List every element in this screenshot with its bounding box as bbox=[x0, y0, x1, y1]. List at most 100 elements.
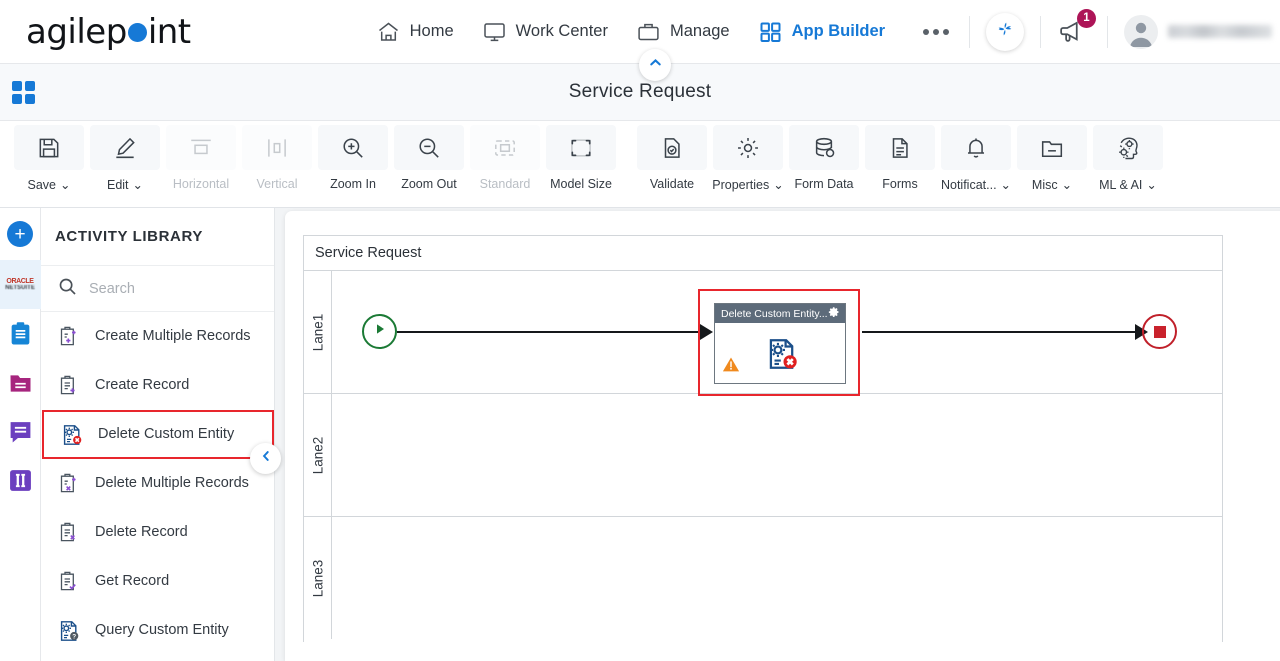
activity-label: Delete Record bbox=[95, 523, 188, 540]
user-profile[interactable] bbox=[1124, 14, 1272, 49]
folder-icon bbox=[1017, 125, 1087, 170]
rail-item-message[interactable] bbox=[0, 407, 41, 456]
rail-item-oracle-netsuite[interactable]: ORACLE NETSUITE bbox=[0, 260, 41, 309]
toolbar-label-zoom-out: Zoom Out bbox=[401, 177, 457, 191]
toolbar-button-validate[interactable]: Validate bbox=[635, 125, 709, 191]
monitor-icon bbox=[482, 20, 507, 44]
search-icon bbox=[57, 276, 78, 302]
toolbar-button-vertical[interactable]: Vertical bbox=[240, 125, 314, 191]
activity-library-panel: ACTIVITY LIBRARY Create M bbox=[41, 208, 275, 661]
activity-item-get-record[interactable]: Get Record bbox=[41, 557, 274, 606]
toolbar-button-misc[interactable]: Misc ⌄ bbox=[1015, 125, 1089, 192]
toolbar-button-form-data[interactable]: Form Data bbox=[787, 125, 861, 191]
end-event[interactable] bbox=[1142, 314, 1177, 349]
lane-2-body[interactable] bbox=[332, 394, 1222, 516]
toolbar-label-zoom-in: Zoom In bbox=[330, 177, 376, 191]
toolbar-label-vertical: Vertical bbox=[256, 177, 298, 191]
lane-1-header[interactable]: Lane1 bbox=[304, 271, 332, 393]
announcements-button[interactable]: 1 bbox=[1057, 8, 1096, 50]
lane-3-header[interactable]: Lane3 bbox=[304, 517, 332, 639]
activity-label: Get Record bbox=[95, 572, 170, 589]
rail-item-folder[interactable] bbox=[0, 358, 41, 407]
activity-item-create-record[interactable]: Create Record bbox=[41, 361, 274, 410]
activity-label: Delete Multiple Records bbox=[95, 474, 249, 491]
activity-item-query-custom-entity[interactable]: ? Query Custom Entity bbox=[41, 606, 274, 655]
search-input[interactable] bbox=[89, 280, 239, 297]
search-row[interactable] bbox=[41, 266, 274, 312]
columns-icon bbox=[8, 468, 33, 493]
standard-icon bbox=[470, 125, 540, 170]
toolbar-button-zoom-out[interactable]: Zoom Out bbox=[392, 125, 466, 191]
toolbar-button-properties[interactable]: Properties ⌄ bbox=[711, 125, 785, 192]
zoom-in-icon bbox=[318, 125, 388, 170]
nav-label-work-center: Work Center bbox=[515, 22, 608, 40]
dot-3 bbox=[943, 28, 950, 35]
pool-title: Service Request bbox=[304, 236, 1222, 271]
delete-custom-entity-icon bbox=[58, 421, 86, 449]
activity-item-delete-multiple-records[interactable]: Delete Multiple Records bbox=[41, 459, 274, 508]
chevron-left-icon bbox=[259, 449, 273, 468]
rail-item-columns[interactable] bbox=[0, 456, 41, 505]
page-title: Service Request bbox=[568, 81, 712, 102]
divider-2 bbox=[1040, 15, 1041, 48]
warning-triangle-icon bbox=[722, 356, 740, 378]
nav-overflow-menu[interactable] bbox=[923, 28, 950, 35]
activity-node-delete-custom-entity[interactable]: Delete Custom Entity... bbox=[714, 303, 846, 384]
rail-item-clipboard[interactable] bbox=[0, 309, 41, 358]
toolbar-button-notifications[interactable]: Notificat... ⌄ bbox=[939, 125, 1013, 192]
delete-custom-entity-icon bbox=[761, 333, 803, 380]
toolbar-button-ml-ai[interactable]: ML & AI ⌄ bbox=[1091, 125, 1165, 192]
folder-icon bbox=[8, 370, 33, 395]
logo-dot bbox=[127, 22, 147, 42]
lane-1-body[interactable]: Delete Custom Entity... bbox=[332, 271, 1222, 396]
nav-item-app-builder[interactable]: App Builder bbox=[758, 20, 885, 44]
clipboard-icon bbox=[8, 321, 33, 346]
toolbar-label-ml-ai: ML & AI bbox=[1099, 177, 1143, 192]
collapse-header-button[interactable] bbox=[639, 49, 671, 81]
toolbar-button-save[interactable]: Save ⌄ bbox=[12, 125, 86, 192]
nav-item-manage[interactable]: Manage bbox=[636, 20, 730, 44]
toolbar-button-model-size[interactable]: Model Size bbox=[544, 125, 618, 191]
speech-bubble-icon bbox=[8, 419, 33, 444]
svg-text:?: ? bbox=[72, 633, 76, 640]
chevron-down-icon: ⌄ bbox=[132, 178, 144, 192]
activity-list: Create Multiple Records Create Record De… bbox=[41, 312, 274, 661]
pencil-icon bbox=[90, 125, 160, 170]
delete-multiple-records-icon bbox=[55, 470, 83, 498]
megaphone-icon bbox=[1057, 20, 1087, 50]
toolbar-button-zoom-in[interactable]: Zoom In bbox=[316, 125, 390, 191]
lane-3-body[interactable] bbox=[332, 517, 1222, 639]
toolbar-label-form-data: Form Data bbox=[794, 177, 854, 191]
collapse-library-button[interactable] bbox=[250, 443, 281, 474]
vertical-icon bbox=[242, 125, 312, 170]
lane-2-header[interactable]: Lane2 bbox=[304, 394, 332, 516]
toolbar-button-forms[interactable]: Forms bbox=[863, 125, 937, 191]
agilepoint-logo[interactable]: agilep int bbox=[26, 12, 191, 52]
nav-item-work-center[interactable]: Work Center bbox=[482, 20, 608, 44]
toolbar-button-horizontal[interactable]: Horizontal bbox=[164, 125, 238, 191]
document-icon bbox=[865, 125, 935, 170]
app-root: agilep int Home Work Center Manage App B… bbox=[0, 0, 1280, 661]
pinwheel-icon bbox=[994, 18, 1016, 45]
toolbar-label-horizontal: Horizontal bbox=[172, 177, 230, 191]
canvas-surface: Service Request Lane1 Delete Custom Enti… bbox=[285, 211, 1280, 661]
query-custom-entity-icon: ? bbox=[55, 617, 83, 645]
start-event[interactable] bbox=[362, 314, 397, 349]
chevron-down-icon: ⌄ bbox=[1061, 178, 1073, 192]
activity-item-create-multiple-records[interactable]: Create Multiple Records bbox=[41, 312, 274, 361]
nav-item-home[interactable]: Home bbox=[376, 20, 454, 44]
rail-item-add[interactable]: + bbox=[0, 208, 41, 260]
toolbar-button-standard[interactable]: Standard bbox=[468, 125, 542, 191]
process-canvas[interactable]: Service Request Lane1 Delete Custom Enti… bbox=[275, 208, 1280, 661]
play-icon bbox=[372, 321, 388, 342]
gear-icon[interactable] bbox=[828, 305, 840, 323]
top-right-actions: 1 bbox=[953, 0, 1280, 64]
activity-item-delete-custom-entity[interactable]: Delete Custom Entity bbox=[42, 410, 274, 459]
apps-pinwheel-button[interactable] bbox=[986, 12, 1024, 51]
activity-item-delete-record[interactable]: Delete Record bbox=[41, 508, 274, 557]
lane-1-label: Lane1 bbox=[310, 313, 326, 351]
nav-label-home: Home bbox=[409, 22, 454, 40]
designer-toolbar: Save ⌄ Edit ⌄ Horizontal Vertical Zoom I… bbox=[0, 121, 1280, 208]
toolbar-button-edit[interactable]: Edit ⌄ bbox=[88, 125, 162, 192]
oracle-netsuite-logo: ORACLE NETSUITE bbox=[5, 278, 35, 291]
